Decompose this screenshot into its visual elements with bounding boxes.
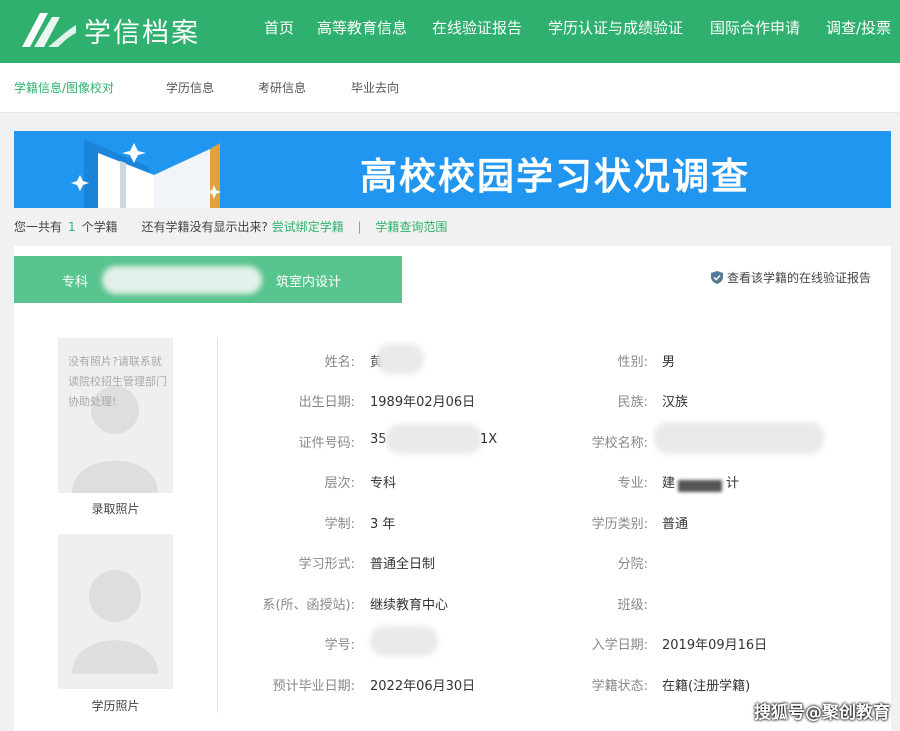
xuexin-logo-icon[interactable] [18, 9, 78, 51]
branch-label: 分院: [617, 557, 648, 572]
duration-label: 学制: [324, 517, 355, 532]
admission-photo: 没有照片?请联系就读院校招生管理部门协助处理! [58, 338, 173, 493]
verify-link-text: 查看该学籍的在线验证报告 [726, 271, 871, 285]
grad-date-label: 预计毕业日期: [272, 679, 355, 694]
grad-date-value: 2022年06月30日 [370, 679, 476, 694]
birth-value: 1989年02月06日 [370, 395, 476, 410]
student-no-label: 学号: [324, 638, 355, 653]
gender-value: 男 [662, 355, 676, 370]
enrollment-record-tab[interactable]: 专科 筑室内设计 [14, 256, 402, 303]
top-header: 学信档案 首页 高等教育信息 在线验证报告 学历认证与成绩验证 国际合作申请 调… [0, 0, 900, 63]
redacted-student-no-blur [370, 626, 438, 656]
birth-label: 出生日期: [298, 395, 355, 410]
query-scope-link[interactable]: 学籍查询范围 [375, 220, 447, 234]
school-label: 学校名称: [591, 436, 648, 451]
subnav-enrollment-info[interactable]: 学籍信息/图像校对 [14, 79, 114, 96]
summary-prefix: 您一共有 [14, 220, 63, 234]
nav-survey[interactable]: 调查/投票 [826, 17, 891, 38]
bind-enrollment-link[interactable]: 尝试绑定学籍 [272, 220, 344, 234]
summary-question: 还有学籍没有显示出来? [141, 220, 268, 234]
book-illustration-icon [71, 139, 221, 208]
major-label: 专业: [617, 476, 648, 491]
nav-international[interactable]: 国际合作申请 [710, 17, 800, 38]
nav-higher-education[interactable]: 高等教育信息 [317, 17, 407, 38]
redacted-school-name-blur [654, 422, 824, 454]
missing-photo-note: 没有照片?请联系就读院校招生管理部门协助处理! [68, 355, 167, 408]
major-value-start: 建 [662, 476, 676, 491]
banner-title: 高校校园学习状况调查 [360, 155, 750, 198]
department-value: 继续教育中心 [370, 598, 449, 613]
avatar-placeholder-icon [72, 570, 158, 674]
level-label: 层次: [324, 476, 355, 491]
study-form-label: 学习形式: [298, 557, 355, 572]
record-tab-label-end: 筑室内设计 [276, 275, 342, 290]
degree-type-value: 普通 [662, 517, 689, 532]
brand-title[interactable]: 学信档案 [84, 11, 200, 50]
redacted-major-bar [678, 480, 722, 492]
major-value-end: 计 [726, 476, 740, 491]
vertical-divider [217, 338, 218, 713]
department-label: 系(所、函授站): [262, 598, 355, 613]
nav-degree-certification[interactable]: 学历认证与成绩验证 [548, 17, 683, 38]
sub-navigation: 学籍信息/图像校对 学历信息 考研信息 毕业去向 [0, 63, 900, 113]
level-value: 专科 [370, 476, 397, 491]
nav-online-verification[interactable]: 在线验证报告 [432, 17, 522, 38]
class-label: 班级: [617, 598, 648, 613]
duration-value: 3 年 [370, 517, 396, 532]
gender-label: 性别: [617, 355, 648, 370]
sohu-watermark: 搜狐号@聚创教育 [754, 703, 890, 723]
degree-photo [58, 534, 173, 689]
record-tab-label-start: 专科 [62, 275, 89, 290]
ethnicity-value: 汉族 [662, 395, 689, 410]
view-verification-report-link[interactable]: 查看该学籍的在线验证报告 [710, 269, 871, 286]
study-form-value: 普通全日制 [370, 557, 436, 572]
degree-photo-caption: 学历照片 [91, 699, 140, 713]
status-value: 在籍(注册学籍) [662, 679, 751, 694]
redacted-school-blur [102, 266, 262, 294]
subnav-degree-info[interactable]: 学历信息 [166, 79, 214, 96]
survey-banner[interactable]: 高校校园学习状况调查 [14, 131, 891, 208]
subnav-postgrad-exam[interactable]: 考研信息 [258, 79, 306, 96]
enrollment-card: 专科 筑室内设计 查看该学籍的在线验证报告 没有照片?请联系就读院校招生管理部门… [14, 246, 891, 731]
nav-home[interactable]: 首页 [264, 17, 294, 38]
enrollment-summary: 您一共有 1 个学籍 还有学籍没有显示出来? 尝试绑定学籍 | 学籍查询范围 [14, 218, 447, 235]
enrollment-count: 1 [68, 220, 76, 234]
id-number-value-start: 35 [370, 432, 387, 447]
degree-type-label: 学历类别: [591, 517, 648, 532]
ethnicity-label: 民族: [617, 395, 648, 410]
redacted-name-blur [376, 344, 424, 374]
redacted-id-blur [386, 424, 482, 454]
summary-separator: | [357, 220, 362, 234]
id-number-label: 证件号码: [298, 436, 355, 451]
shield-icon [710, 271, 723, 284]
status-label: 学籍状态: [591, 679, 648, 694]
id-number-value-end: 1X [480, 432, 498, 447]
enroll-date-value: 2019年09月16日 [662, 638, 768, 653]
name-label: 姓名: [324, 355, 355, 370]
subnav-graduation[interactable]: 毕业去向 [351, 79, 399, 96]
enroll-date-label: 入学日期: [591, 638, 648, 653]
admission-photo-caption: 录取照片 [91, 502, 140, 516]
summary-suffix: 个学籍 [81, 220, 118, 234]
